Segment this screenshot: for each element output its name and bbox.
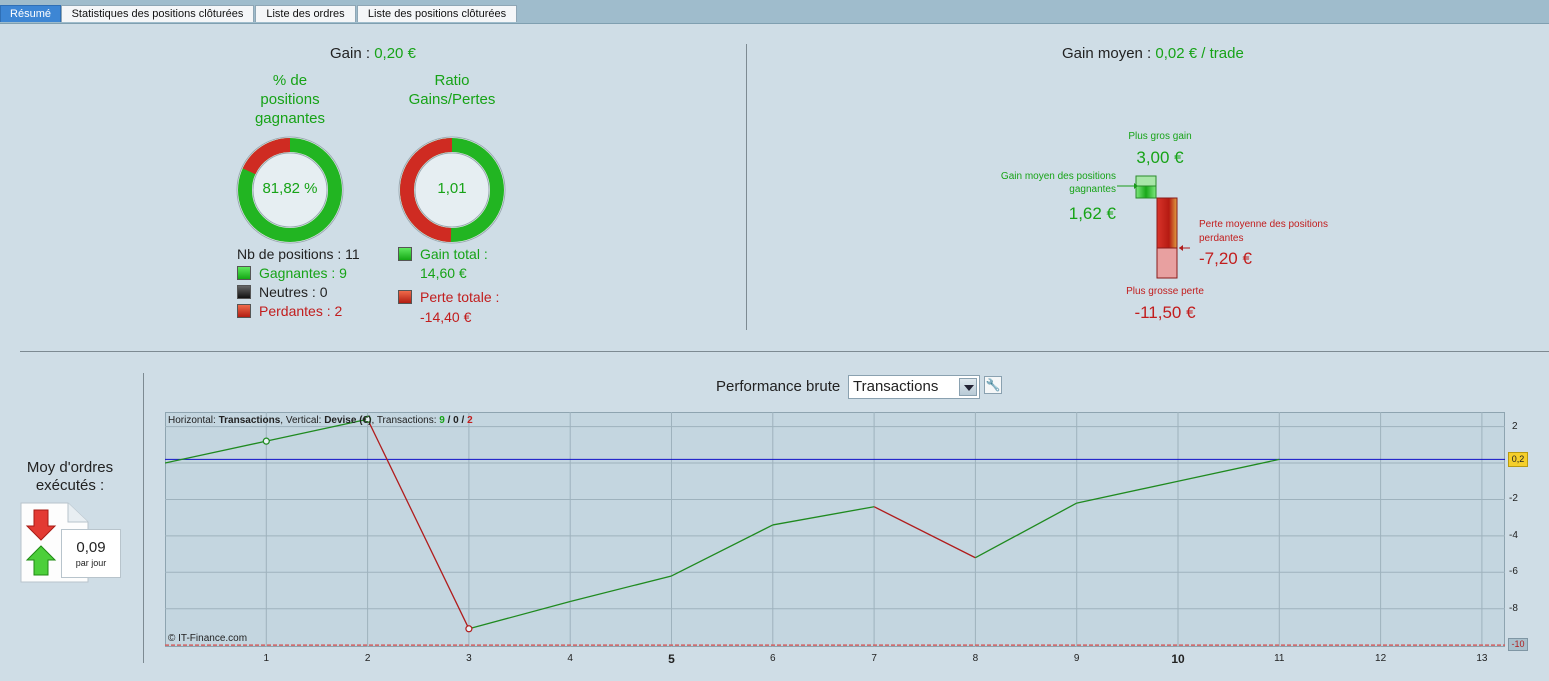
chart-info: Horizontal: Transactions, Vertical: Devi… — [168, 415, 473, 426]
chart-watermark: © IT-Finance.com — [168, 633, 248, 644]
biggest-gain-label: Plus gros gain — [1128, 131, 1192, 142]
win-pct-value: 81,82 % — [262, 180, 318, 197]
losers-count: Perdantes : 2 — [259, 303, 343, 319]
x-tick-label: 6 — [770, 653, 776, 664]
nb-positions: Nb de positions : 11 — [237, 246, 360, 262]
series-segment — [570, 575, 672, 603]
chevron-down-icon[interactable] — [959, 378, 977, 396]
avg-win-value: 1,62 € — [1068, 204, 1116, 223]
biggest-gain-value: 3,00 € — [1136, 148, 1184, 167]
y-tick-label: -8 — [1509, 602, 1518, 614]
x-tick-label: 7 — [871, 653, 877, 664]
x-tick-label: 2 — [364, 653, 371, 664]
ratio-title: Ratio Gains/Pertes — [408, 72, 496, 108]
x-tick-label: 12 — [1375, 653, 1387, 664]
gain-loss-bar-graphic — [1117, 175, 1190, 279]
gain-total-value: 14,60 € — [420, 265, 467, 281]
bottom-value-marker: -10 — [1508, 638, 1528, 652]
series-segment — [772, 506, 875, 526]
orders-divider — [143, 373, 144, 663]
losers-swatch — [237, 304, 251, 318]
series-segment — [367, 419, 470, 630]
max-loss-range-bar — [1156, 247, 1178, 279]
neutral-count: Neutres : 0 — [259, 284, 328, 300]
neutral-swatch — [237, 285, 251, 299]
x-tick-label: 5 — [668, 652, 675, 666]
y-tick-label: -4 — [1509, 529, 1518, 541]
wrench-icon[interactable]: 🔧 — [984, 376, 1002, 394]
gain-label: Gain : — [330, 45, 371, 62]
x-tick-label: 13 — [1476, 653, 1488, 664]
avg-gain-bar — [1135, 185, 1157, 199]
max-gain-range-bar — [1135, 175, 1157, 187]
y-tick-label: -6 — [1509, 566, 1518, 578]
performance-chart-plot — [165, 412, 1505, 647]
tab-order-list[interactable]: Liste des ordres — [255, 5, 356, 22]
avg-gain-value: 0,02 € / trade — [1155, 45, 1244, 62]
x-tick-label: 10 — [1171, 652, 1185, 666]
current-value-marker: 0,2 — [1508, 452, 1528, 468]
biggest-loss-label: Plus grosse perte — [1126, 286, 1204, 297]
winners-count: Gagnantes : 9 — [259, 265, 347, 281]
avg-win-label: Gain moyen des positions gagnantes — [1000, 171, 1116, 195]
x-tick-label: 11 — [1274, 653, 1285, 664]
x-tick-label: 4 — [567, 653, 573, 664]
avg-gain-heading: Gain moyen : 0,02 € / trade — [1062, 45, 1244, 62]
orders-per-day-value: 0,09 — [76, 539, 106, 556]
tab-closed-position-stats[interactable]: Statistiques des positions clôturées — [61, 5, 254, 22]
tab-closed-positions-list[interactable]: Liste des positions clôturées — [357, 5, 517, 22]
y-tick-label: -2 — [1509, 493, 1518, 505]
orders-per-day-unit: par jour — [75, 558, 107, 568]
summary-divider — [746, 44, 747, 330]
data-point[interactable] — [262, 437, 270, 445]
performance-label: Performance brute — [716, 378, 841, 395]
section-divider — [20, 351, 1549, 352]
x-tick-label: 8 — [972, 653, 979, 664]
series-segment — [671, 524, 774, 577]
series-segment — [468, 600, 571, 630]
winners-swatch — [237, 266, 251, 280]
avg-loss-value: -7,20 € — [1199, 249, 1252, 268]
tab-resume[interactable]: Résumé — [0, 5, 61, 22]
avg-loss-label: Perte moyenne des positions perdantes — [1199, 219, 1328, 244]
performance-mode-value: Transactions — [853, 378, 939, 395]
ratio-value: 1,01 — [437, 180, 467, 197]
x-tick-label: 3 — [466, 653, 472, 664]
series-segment — [975, 502, 1078, 559]
y-tick-label: 2 — [1512, 420, 1518, 432]
win-pct-title: % de positions gagnantes — [254, 72, 326, 127]
data-point[interactable] — [465, 625, 473, 633]
gain-total-label: Gain total : — [420, 246, 488, 262]
biggest-loss-value: -11,50 € — [1134, 303, 1196, 322]
orders-per-day-box: 0,09 par jour — [61, 529, 121, 578]
orders-label: Moy d'ordres exécutés : — [26, 459, 114, 494]
series-segment — [873, 506, 976, 559]
loss-total-value: -14,40 € — [420, 309, 472, 325]
performance-mode-select[interactable]: Transactions — [848, 375, 980, 399]
avg-loss-pointer-arrow — [1179, 245, 1183, 251]
avg-loss-bar — [1156, 197, 1178, 249]
loss-total-swatch — [398, 290, 412, 304]
avg-gain-label: Gain moyen : — [1062, 45, 1152, 62]
gain-value: 0,20 € — [374, 45, 416, 62]
x-tick-label: 9 — [1073, 653, 1080, 664]
gain-total-swatch — [398, 247, 412, 261]
loss-total-label: Perte totale : — [420, 289, 500, 305]
x-tick-label: 1 — [263, 653, 270, 664]
gain-heading: Gain : 0,20 € — [330, 45, 416, 62]
